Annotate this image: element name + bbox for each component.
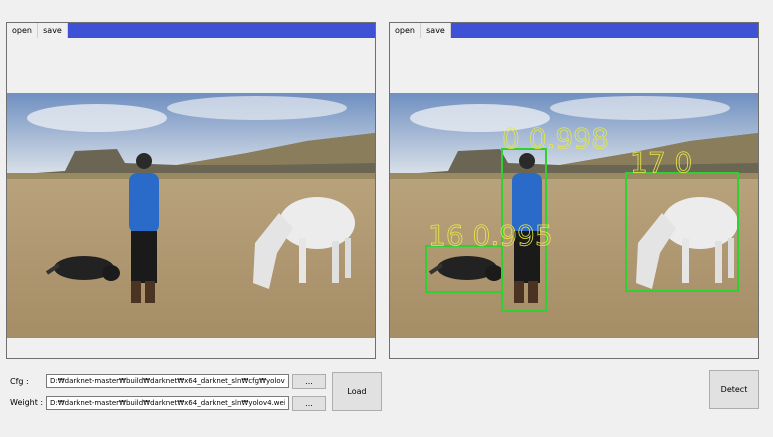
dog-detection-label: 16 0.995 [428,219,553,252]
source-menubar: open save [7,23,375,38]
horse-detection-label: 17 0 [630,146,692,179]
source-open-button[interactable]: open [7,23,38,38]
result-photo: 0 0.998 16 0.995 17 0 [390,93,758,338]
result-image-panel: open save 0 0.998 16 0.995 17 0 [389,22,759,359]
load-button[interactable]: Load [332,372,382,411]
person-detection-label: 0 0.998 [502,122,609,155]
source-image-viewer [7,38,375,358]
source-image-panel: open save [6,22,376,359]
cfg-label: Cfg : [10,377,29,386]
result-image-viewer: 0 0.998 16 0.995 17 0 [390,38,758,358]
result-save-button[interactable]: save [421,23,451,38]
cfg-browse-button[interactable]: ... [292,374,326,389]
source-photo [7,93,375,338]
cfg-path-field[interactable] [46,374,289,388]
result-menubar: open save [390,23,758,38]
weight-browse-button[interactable]: ... [292,396,326,411]
weight-path-field[interactable] [46,396,289,410]
weight-label: Weight : [10,398,44,407]
detect-button[interactable]: Detect [709,370,759,409]
result-open-button[interactable]: open [390,23,421,38]
source-save-button[interactable]: save [38,23,68,38]
